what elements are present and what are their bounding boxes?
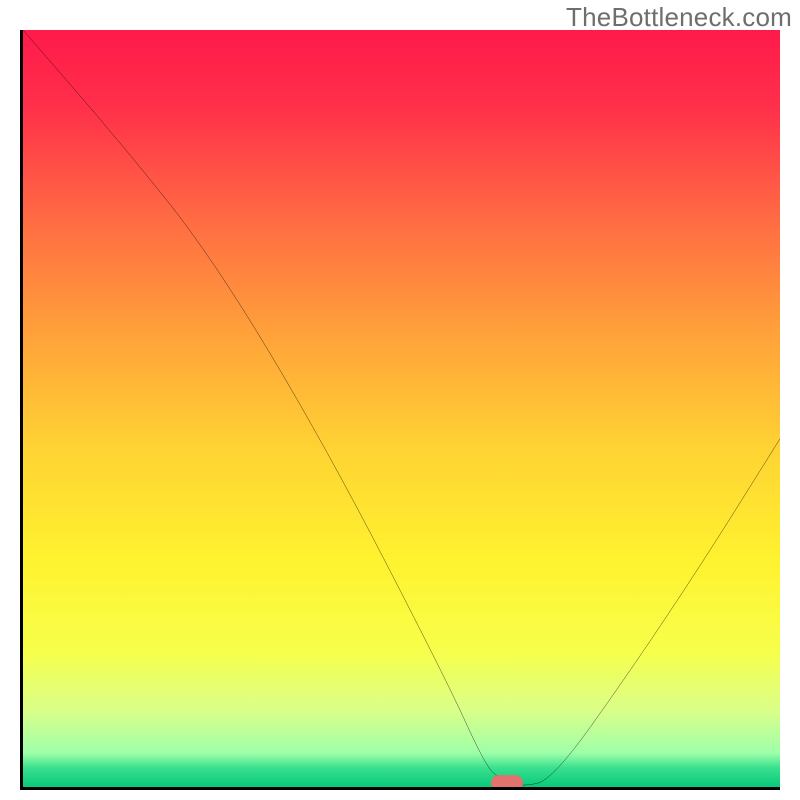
chart-stage: TheBottleneck.com (0, 0, 800, 800)
plot-area (20, 30, 780, 790)
optimal-marker (491, 775, 523, 790)
bottleneck-curve (23, 30, 780, 787)
watermark-label: TheBottleneck.com (566, 2, 792, 33)
